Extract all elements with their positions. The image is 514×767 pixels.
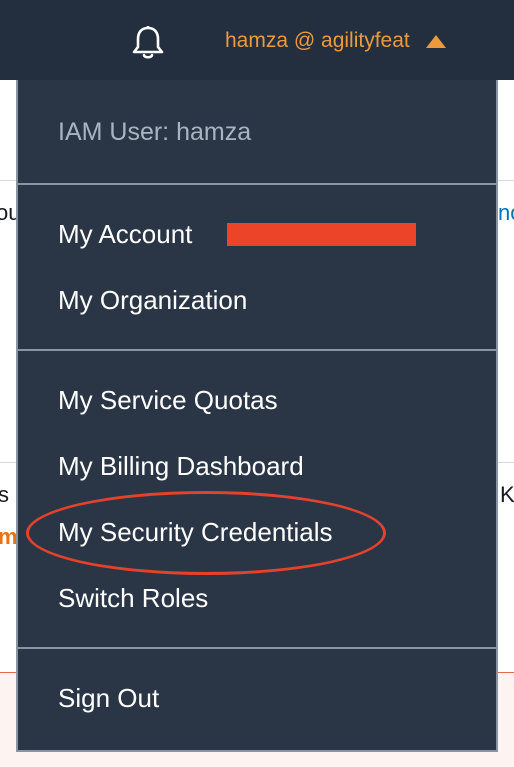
account-name-label: hamza @ agilityfeat (225, 29, 410, 52)
background-link-fragment[interactable]: no (498, 200, 514, 226)
menu-item-my-service-quotas[interactable]: My Service Quotas (58, 385, 278, 416)
redaction-bar (227, 223, 416, 246)
menu-separator (18, 349, 496, 351)
top-navbar: hamza @ agilityfeat (0, 0, 514, 80)
menu-separator (18, 183, 496, 185)
menu-item-switch-roles[interactable]: Switch Roles (58, 583, 208, 614)
caret-up-icon (425, 34, 446, 48)
menu-item-my-billing-dashboard[interactable]: My Billing Dashboard (58, 451, 304, 482)
menu-item-sign-out[interactable]: Sign Out (58, 683, 159, 714)
menu-item-my-security-credentials[interactable]: My Security Credentials (58, 517, 333, 548)
notifications-bell-icon[interactable] (128, 22, 168, 62)
account-dropdown-menu: IAM User: hamza My Account My Organizati… (16, 80, 498, 752)
account-menu-toggle[interactable]: hamza @ agilityfeat (225, 26, 446, 56)
background-orange-fragment[interactable]: m (0, 524, 18, 550)
menu-item-my-account[interactable]: My Account (58, 219, 192, 250)
background-text-fragment: s (0, 482, 9, 507)
background-text-fragment: K (500, 482, 514, 507)
menu-separator (18, 647, 496, 649)
iam-user-header: IAM User: hamza (58, 118, 252, 146)
menu-item-my-organization[interactable]: My Organization (58, 285, 247, 316)
